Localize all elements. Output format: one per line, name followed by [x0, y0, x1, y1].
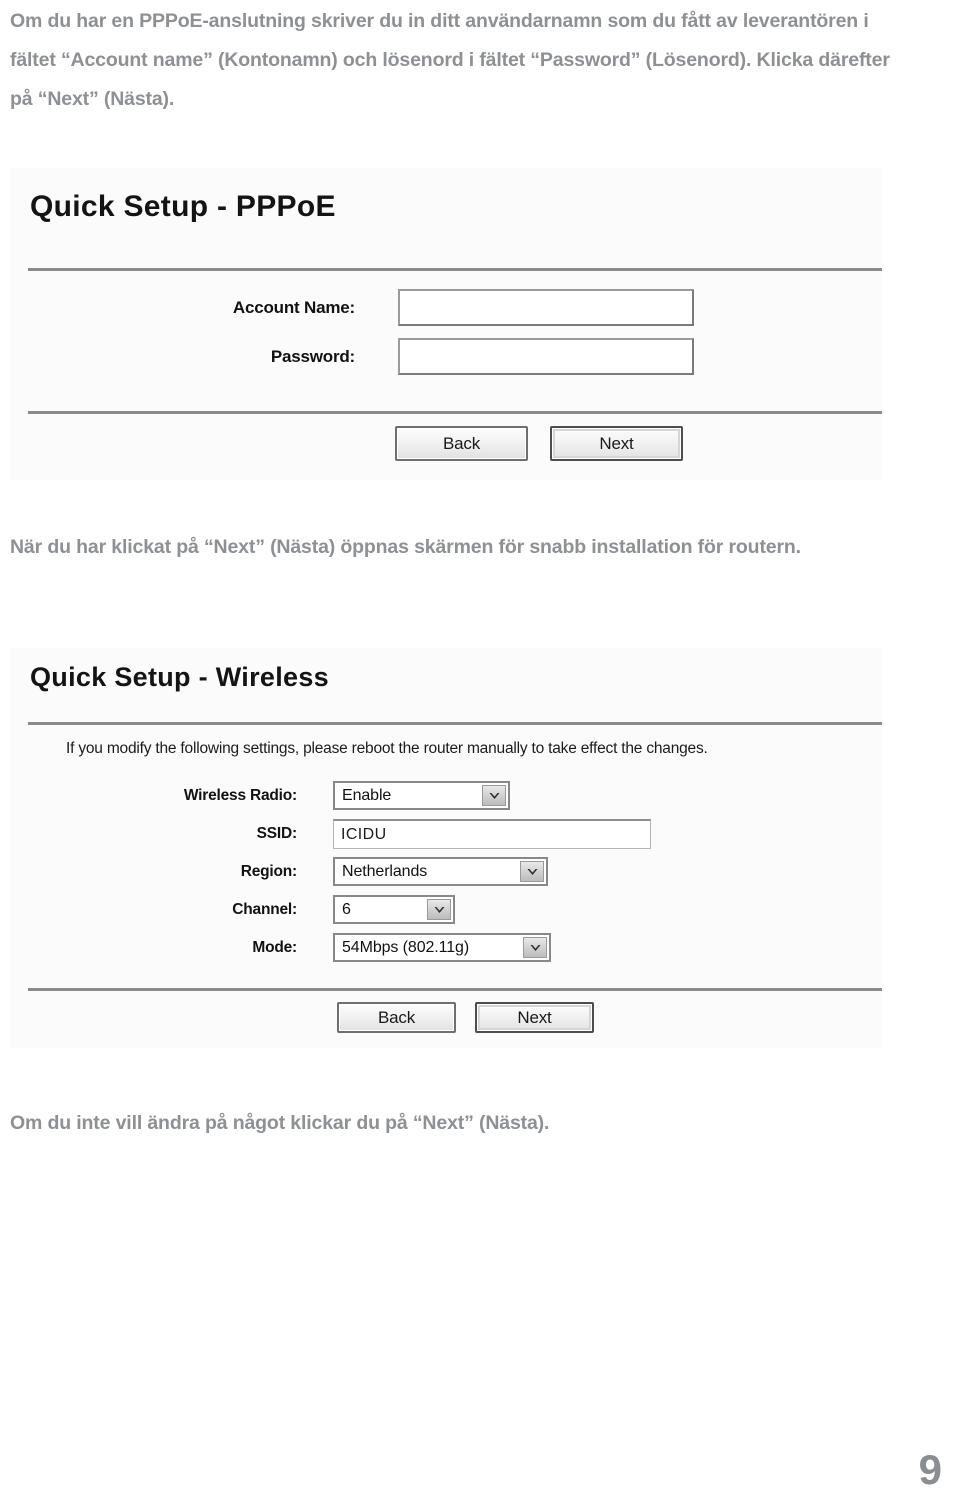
wireless-divider-bottom: [28, 988, 882, 991]
wireless-field-region: Region: Netherlands: [10, 857, 710, 886]
wireless-next-button[interactable]: Next: [475, 1002, 594, 1033]
wireless-back-button[interactable]: Back: [337, 1002, 456, 1033]
wireless-channel-select[interactable]: 6: [333, 895, 455, 924]
pppoe-divider-top: [28, 268, 882, 271]
wireless-mode-value: 54Mbps (802.11g): [342, 938, 470, 956]
wireless-field-radio: Wireless Radio: Enable: [10, 781, 710, 810]
wireless-channel-label: Channel:: [232, 900, 297, 918]
wireless-radio-value: Enable: [342, 786, 392, 804]
wireless-field-channel: Channel: 6: [10, 895, 710, 924]
chevron-down-icon[interactable]: [482, 785, 506, 806]
wireless-reboot-note: If you modify the following settings, pl…: [66, 740, 708, 757]
wireless-button-row: Back Next: [337, 1002, 594, 1033]
pppoe-password-label: Password:: [270, 346, 355, 366]
wireless-region-value: Netherlands: [342, 862, 428, 880]
pppoe-password-input[interactable]: [398, 338, 694, 375]
wireless-mode-label: Mode:: [252, 938, 297, 956]
pppoe-divider-bottom: [28, 411, 882, 414]
wireless-ssid-label: SSID:: [256, 825, 298, 842]
wireless-radio-label: Wireless Radio:: [183, 786, 297, 804]
wireless-mode-select[interactable]: 54Mbps (802.11g): [333, 933, 551, 962]
pppoe-button-row: Back Next: [395, 426, 683, 461]
wireless-ssid-input[interactable]: ICIDU: [333, 819, 651, 849]
middle-paragraph: När du har klickat på “Next” (Nästa) öpp…: [10, 536, 801, 558]
wireless-field-mode: Mode: 54Mbps (802.11g): [10, 933, 710, 962]
wireless-region-select[interactable]: Netherlands: [333, 857, 548, 886]
chevron-down-icon[interactable]: [520, 861, 544, 882]
pppoe-screenshot: Quick Setup - PPPoE Account Name: Passwo…: [10, 168, 882, 480]
pppoe-title: Quick Setup - PPPoE: [30, 190, 336, 223]
wireless-channel-value: 6: [342, 900, 351, 918]
page-number: 9: [918, 1446, 942, 1493]
pppoe-account-name-label: Account Name:: [232, 297, 355, 317]
pppoe-field-password: Password:: [10, 338, 710, 375]
pppoe-back-button[interactable]: Back: [395, 426, 528, 461]
chevron-down-icon[interactable]: [523, 937, 547, 958]
wireless-title: Quick Setup - Wireless: [30, 662, 329, 692]
chevron-down-icon[interactable]: [427, 899, 451, 920]
intro-paragraph: Om du har en PPPoE-anslutning skriver du…: [10, 10, 890, 110]
pppoe-account-name-input[interactable]: [398, 289, 694, 326]
wireless-screenshot: Quick Setup - Wireless If you modify the…: [10, 648, 882, 1048]
wireless-field-ssid: SSID: ICIDU: [10, 819, 710, 849]
wireless-region-label: Region:: [240, 862, 297, 880]
wireless-divider-top: [28, 722, 882, 725]
bottom-paragraph: Om du inte vill ändra på något klickar d…: [10, 1112, 550, 1134]
pppoe-field-account-name: Account Name:: [10, 289, 710, 326]
wireless-radio-select[interactable]: Enable: [333, 781, 510, 810]
pppoe-next-button[interactable]: Next: [550, 426, 683, 461]
